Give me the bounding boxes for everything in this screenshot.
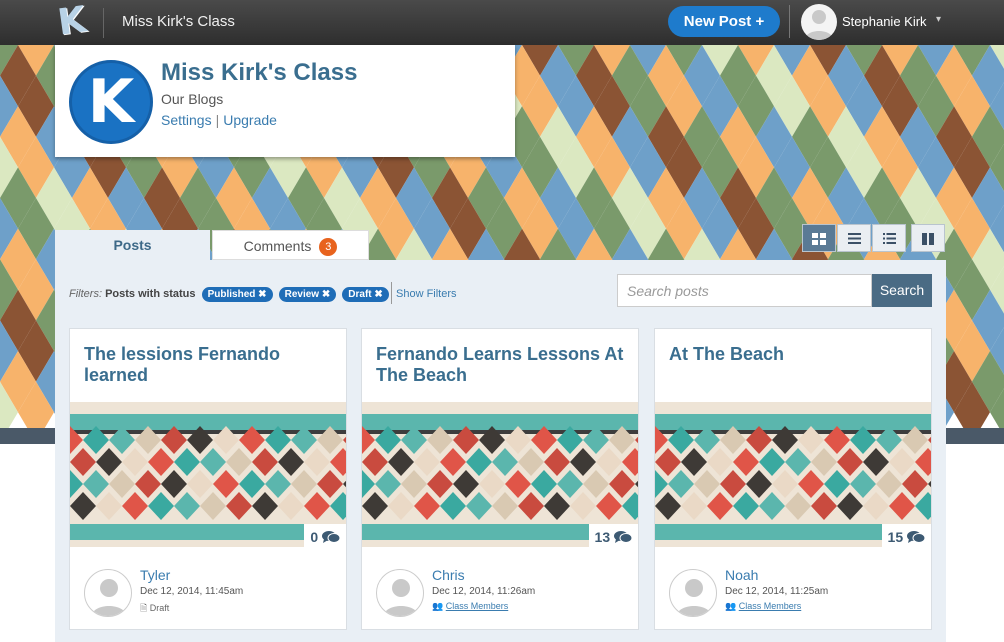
new-post-label: New Post <box>683 13 752 30</box>
user-silhouette-icon <box>383 579 419 616</box>
comment-count-value: 15 <box>887 529 904 545</box>
group-icon: 👥 <box>725 601 737 611</box>
filters-status-text: Posts with status <box>105 288 196 300</box>
tab-comments[interactable]: Comments 3 <box>212 230 369 260</box>
post-status: 🗎 Draft <box>140 601 169 617</box>
post-card[interactable]: Fernando Learns Lessons At The Beach 13 … <box>361 328 639 630</box>
list-view-icon <box>847 233 861 245</box>
filter-chip-review[interactable]: Review ✖ <box>278 287 337 302</box>
post-title[interactable]: The lessions Fernando learned <box>84 344 334 386</box>
filter-bar: Filters: Posts with status Published ✖ R… <box>69 287 389 302</box>
class-links: Settings | Upgrade <box>161 112 277 128</box>
split-view-button[interactable] <box>911 224 945 252</box>
author-avatar <box>84 569 132 617</box>
link-separator: | <box>215 112 220 128</box>
filters-label: Filters: <box>69 288 102 300</box>
grid-view-icon <box>812 232 826 245</box>
group-icon: 👥 <box>432 601 444 611</box>
class-logo: K <box>69 60 153 144</box>
filter-chip-draft[interactable]: Draft ✖ <box>342 287 389 302</box>
comment-count[interactable]: 15 <box>881 524 931 548</box>
post-date: Dec 12, 2014, 11:26am <box>432 586 536 597</box>
author-name[interactable]: Tyler <box>140 567 170 583</box>
comment-count-value: 13 <box>594 529 611 545</box>
kidblog-logo[interactable]: K <box>53 0 91 44</box>
post-card[interactable]: The lessions Fernando learned 0 Tyler De… <box>69 328 347 630</box>
post-status: 👥 Class Members <box>725 601 801 612</box>
search-input[interactable] <box>617 274 872 307</box>
author-name[interactable]: Noah <box>725 567 758 583</box>
grid-view-button[interactable] <box>802 224 836 252</box>
class-subtitle: Our Blogs <box>161 91 224 107</box>
class-info-card: K Miss Kirk's Class Our Blogs Settings | U… <box>55 45 515 157</box>
class-name-link[interactable]: Miss Kirk's Class <box>122 13 235 30</box>
post-title[interactable]: At The Beach <box>669 344 919 365</box>
search-button[interactable]: Search <box>872 274 932 307</box>
post-status-label[interactable]: Class Members <box>446 601 509 611</box>
top-bar: K Miss Kirk's Class New Post + Stephanie… <box>0 0 1004 45</box>
chevron-down-icon[interactable]: ▾ <box>936 14 941 25</box>
comment-count[interactable]: 0 <box>304 524 346 548</box>
list-view-button[interactable] <box>837 224 871 252</box>
post-status-label[interactable]: Class Members <box>739 601 802 611</box>
new-post-button[interactable]: New Post + <box>668 6 780 37</box>
author-name[interactable]: Chris <box>432 567 465 583</box>
post-card[interactable]: At The Beach 15 Noah Dec 12, 2014, 11:25… <box>654 328 932 630</box>
author-avatar <box>669 569 717 617</box>
user-silhouette-icon <box>676 579 712 616</box>
topbar-divider-2 <box>789 5 790 38</box>
comment-count-value: 0 <box>310 529 319 545</box>
plus-icon: + <box>755 13 765 30</box>
comment-count[interactable]: 13 <box>588 524 638 548</box>
settings-link[interactable]: Settings <box>161 112 212 128</box>
comments-count-badge: 3 <box>319 238 338 257</box>
post-date: Dec 12, 2014, 11:25am <box>725 586 829 597</box>
filter-chip-published[interactable]: Published ✖ <box>201 287 273 302</box>
draft-icon: 🗎 <box>140 603 148 613</box>
comments-icon <box>614 531 633 543</box>
show-filters-link[interactable]: Show Filters <box>391 282 457 304</box>
user-silhouette-icon <box>91 579 127 616</box>
user-avatar[interactable] <box>801 4 837 40</box>
post-title[interactable]: Fernando Learns Lessons At The Beach <box>376 344 626 386</box>
user-name[interactable]: Stephanie Kirk <box>842 14 927 29</box>
topbar-divider <box>103 8 104 38</box>
upgrade-link[interactable]: Upgrade <box>223 112 277 128</box>
compact-list-icon <box>882 233 896 245</box>
comments-icon <box>322 531 341 543</box>
post-status-label: Draft <box>149 603 170 613</box>
class-title: Miss Kirk's Class <box>161 59 358 86</box>
post-date: Dec 12, 2014, 11:45am <box>140 586 244 597</box>
author-avatar <box>376 569 424 617</box>
tab-comments-label: Comments <box>243 238 312 254</box>
user-silhouette-icon <box>805 10 833 40</box>
compact-list-button[interactable] <box>872 224 906 252</box>
post-status: 👥 Class Members <box>432 601 508 612</box>
tab-posts[interactable]: Posts <box>55 230 210 260</box>
split-view-icon <box>922 232 934 245</box>
comments-icon <box>907 531 926 543</box>
